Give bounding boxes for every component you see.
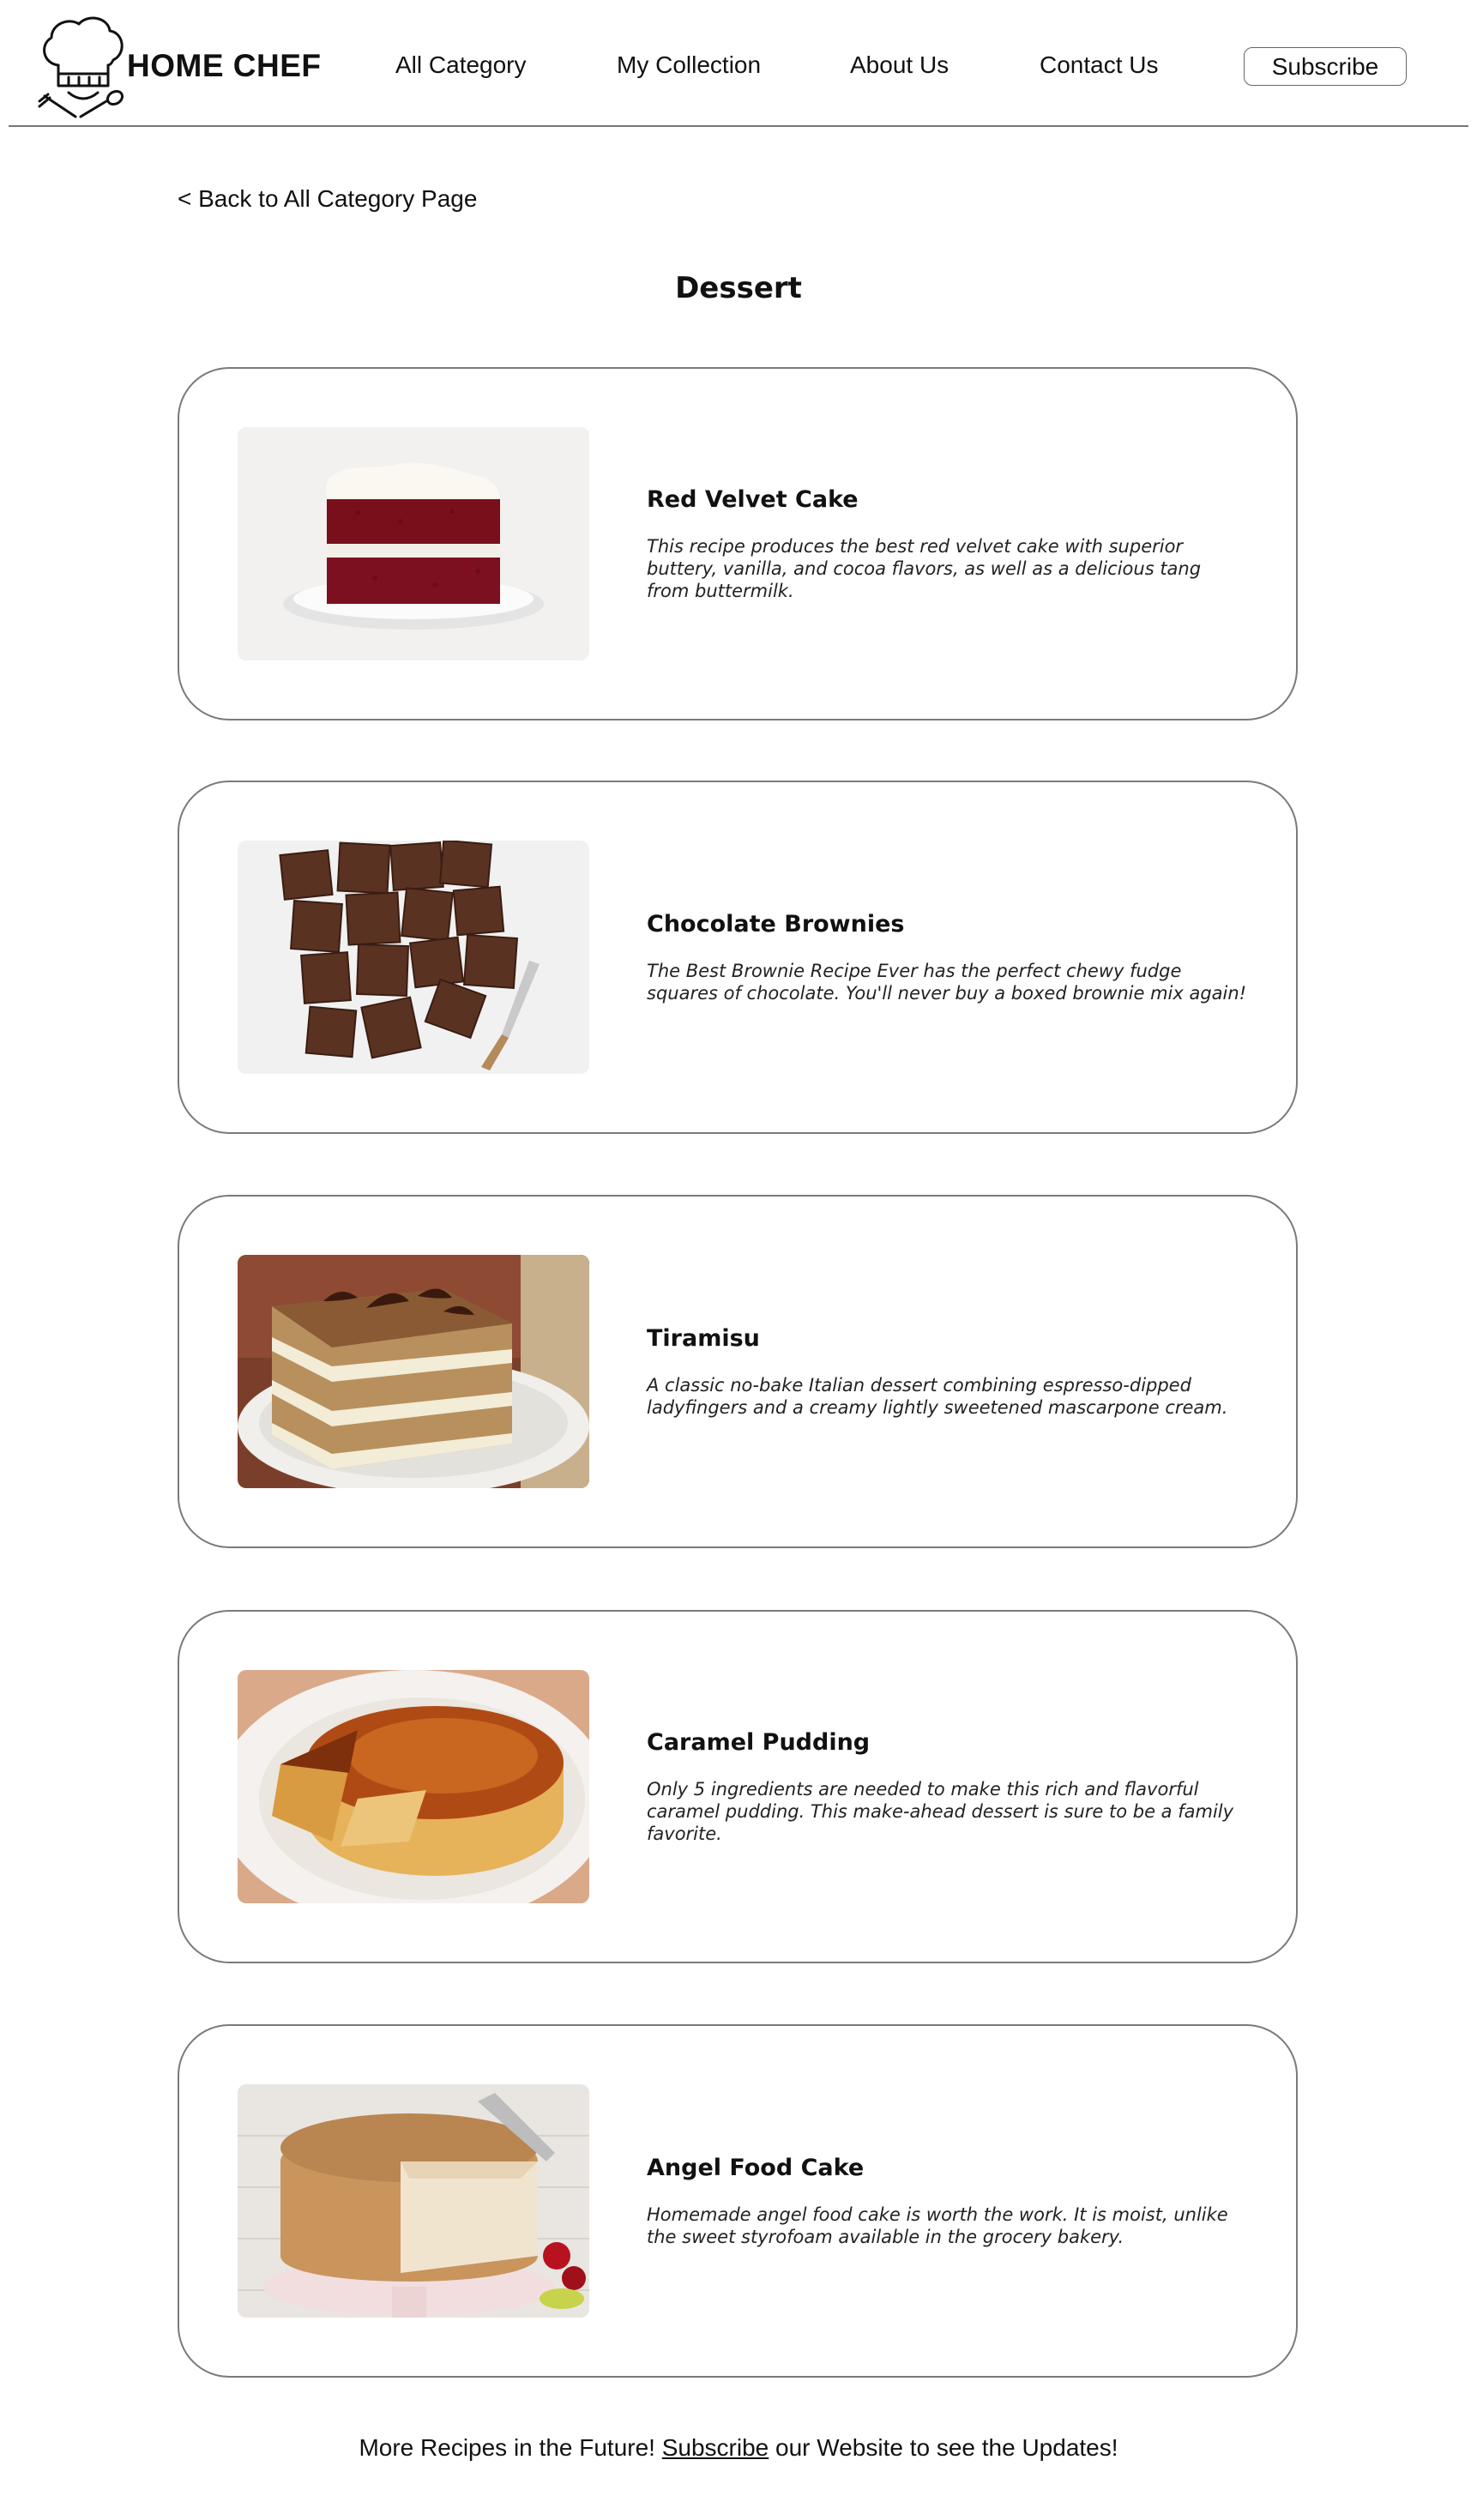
- header-divider: [9, 125, 1468, 127]
- page-title: Dessert: [675, 271, 802, 305]
- recipe-card-red-velvet-cake[interactable]: Red Velvet Cake This recipe produces the…: [178, 367, 1298, 720]
- back-to-category-link[interactable]: < Back to All Category Page: [178, 185, 477, 213]
- recipe-title[interactable]: Tiramisu: [647, 1325, 1247, 1352]
- recipe-title[interactable]: Chocolate Brownies: [647, 911, 1247, 937]
- nav-about-us[interactable]: About Us: [850, 51, 949, 79]
- recipe-card-tiramisu[interactable]: Tiramisu A classic no-bake Italian desse…: [178, 1195, 1298, 1548]
- chef-hat-icon[interactable]: [34, 12, 130, 118]
- recipe-image-angel-food-cake[interactable]: [238, 2084, 589, 2318]
- recipe-image-chocolate-brownies[interactable]: [238, 841, 589, 1074]
- recipe-title[interactable]: Angel Food Cake: [647, 2155, 1247, 2181]
- recipe-description: A classic no-bake Italian dessert combin…: [647, 1374, 1228, 1418]
- recipe-card-caramel-pudding[interactable]: Caramel Pudding Only 5 ingredients are n…: [178, 1610, 1298, 1963]
- footer-note: More Recipes in the Future! Subscribe ou…: [0, 2434, 1477, 2462]
- nav-my-collection[interactable]: My Collection: [617, 51, 761, 79]
- recipe-image-red-velvet-cake[interactable]: [238, 427, 589, 660]
- subscribe-button[interactable]: Subscribe: [1244, 47, 1407, 86]
- recipe-title[interactable]: Caramel Pudding: [647, 1729, 1247, 1756]
- recipe-card-chocolate-brownies[interactable]: Chocolate Brownies The Best Brownie Reci…: [178, 781, 1298, 1134]
- recipe-card-angel-food-cake[interactable]: Angel Food Cake Homemade angel food cake…: [178, 2024, 1298, 2378]
- recipe-title[interactable]: Red Velvet Cake: [647, 486, 1247, 513]
- recipe-description: The Best Brownie Recipe Ever has the per…: [647, 960, 1247, 1004]
- recipe-description: This recipe produces the best red velvet…: [647, 535, 1202, 601]
- recipe-description: Homemade angel food cake is worth the wo…: [647, 2203, 1228, 2247]
- nav-contact-us[interactable]: Contact Us: [1040, 51, 1159, 79]
- nav-all-category[interactable]: All Category: [395, 51, 527, 79]
- footer-text-before: More Recipes in the Future!: [359, 2434, 662, 2461]
- footer-subscribe-link[interactable]: Subscribe: [662, 2434, 769, 2461]
- recipe-description: Only 5 ingredients are needed to make th…: [647, 1778, 1234, 1844]
- recipe-image-caramel-pudding[interactable]: [238, 1670, 589, 1903]
- recipe-image-tiramisu[interactable]: [238, 1255, 589, 1488]
- brand-name[interactable]: HOME CHEF: [127, 48, 322, 84]
- site-header: HOME CHEF All Category My Collection Abo…: [0, 0, 1477, 127]
- footer-text-after: our Website to see the Updates!: [769, 2434, 1118, 2461]
